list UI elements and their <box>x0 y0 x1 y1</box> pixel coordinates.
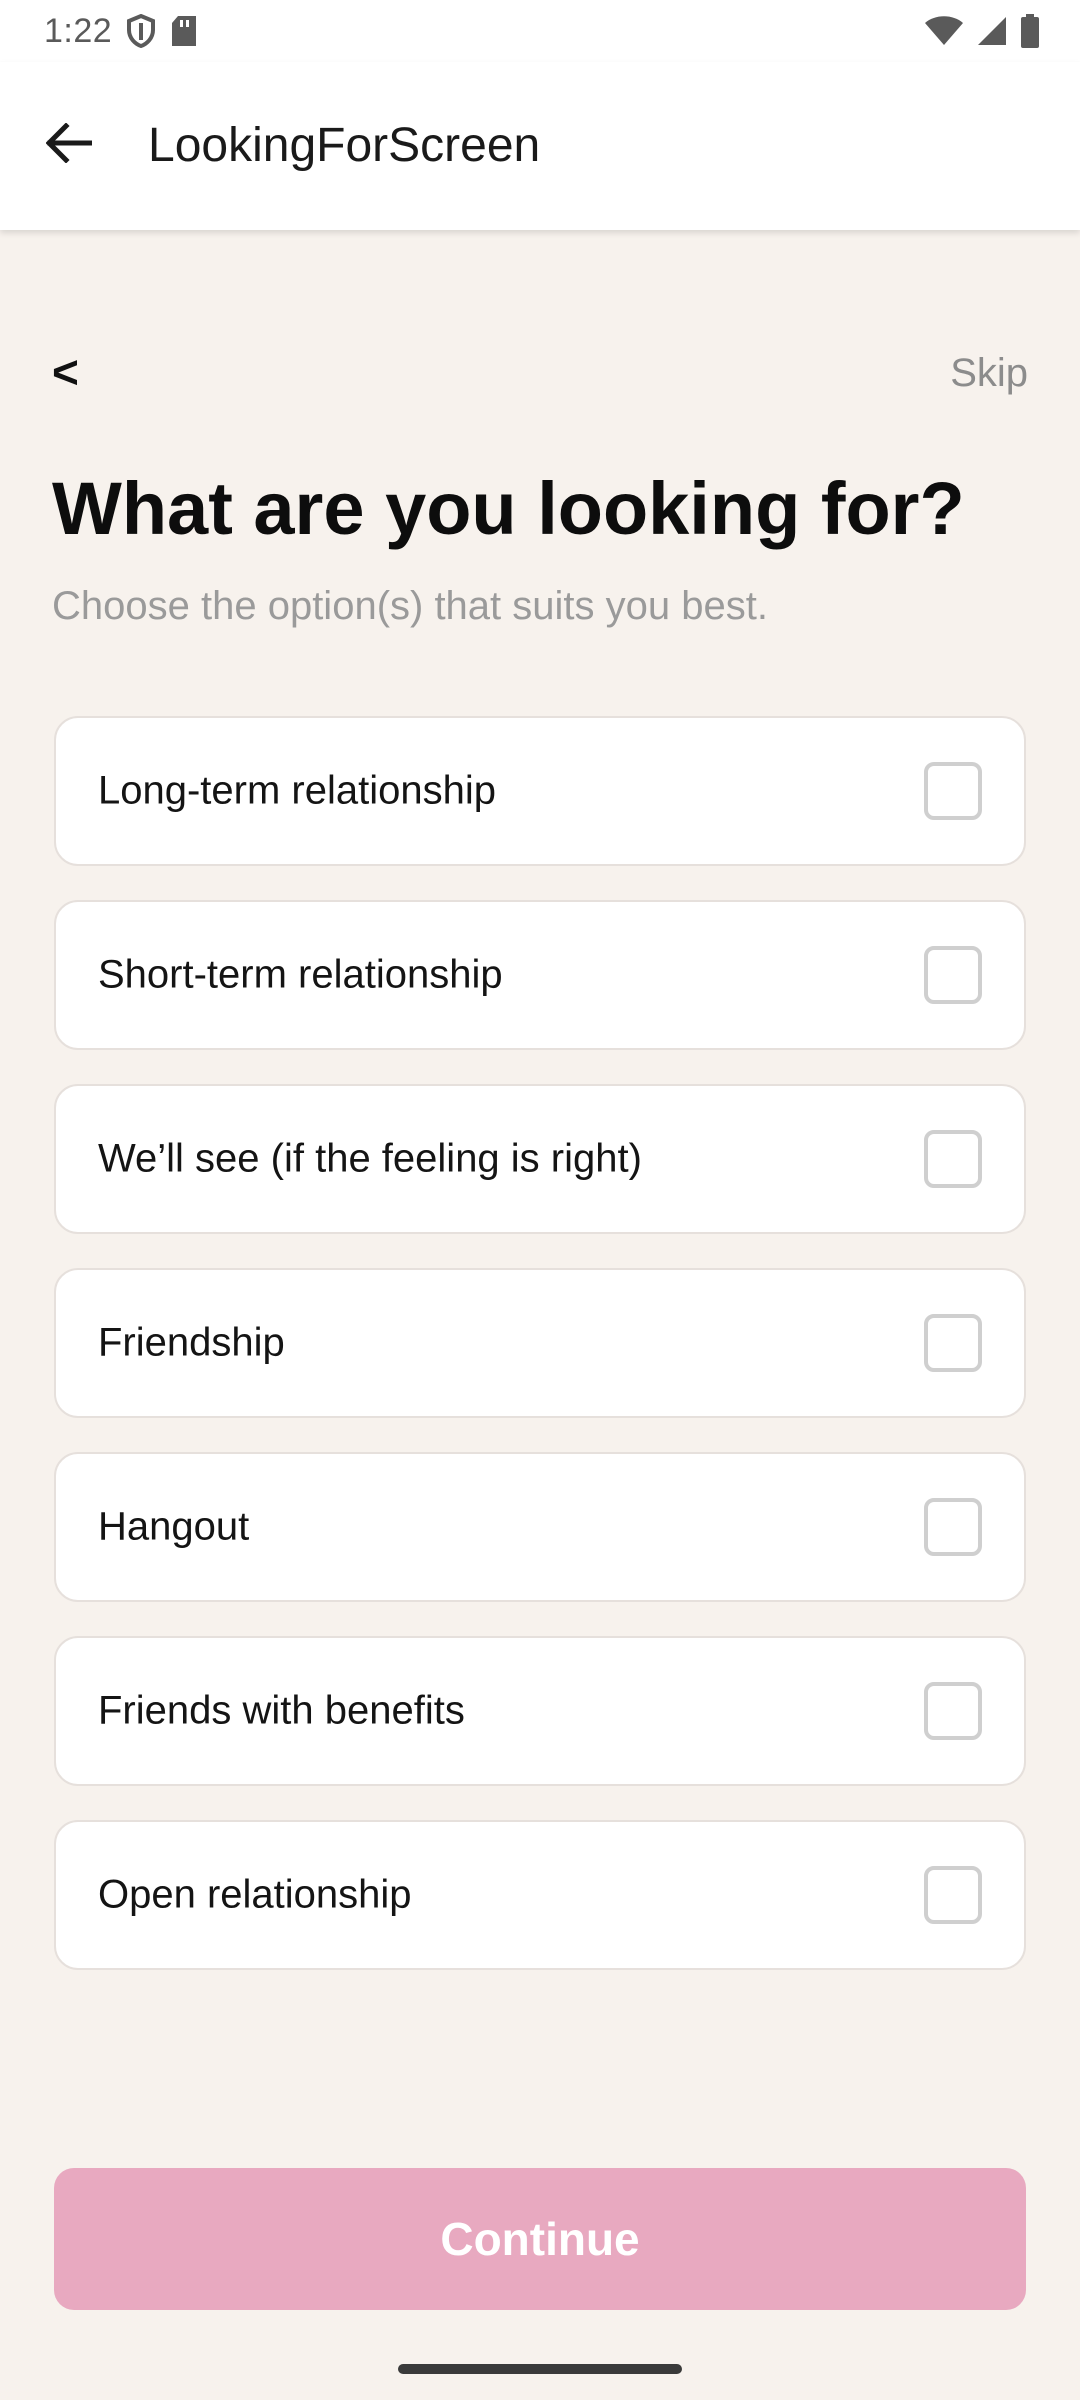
continue-button[interactable]: Continue <box>54 2168 1026 2310</box>
option-label: Friends with benefits <box>98 1688 465 1733</box>
checkbox[interactable] <box>924 1682 982 1740</box>
checkbox[interactable] <box>924 946 982 1004</box>
status-left-icons <box>126 13 198 53</box>
shield-icon <box>126 13 156 53</box>
option-label: Long-term relationship <box>98 768 496 813</box>
option-friendship[interactable]: Friendship <box>54 1268 1026 1418</box>
option-label: Hangout <box>98 1504 250 1549</box>
page-title: What are you looking for? <box>52 467 965 550</box>
checkbox[interactable] <box>924 1498 982 1556</box>
option-hangout[interactable]: Hangout <box>54 1452 1026 1602</box>
arrow-left-icon <box>45 121 93 168</box>
home-indicator[interactable] <box>398 2364 682 2374</box>
page-subtitle: Choose the option(s) that suits you best… <box>52 584 768 628</box>
option-long-term-relationship[interactable]: Long-term relationship <box>54 716 1026 866</box>
wifi-icon <box>924 15 964 52</box>
options-list: Long-term relationship Short-term relati… <box>54 716 1026 2004</box>
checkbox[interactable] <box>924 762 982 820</box>
checkbox[interactable] <box>924 1866 982 1924</box>
skip-button[interactable]: Skip <box>950 351 1028 396</box>
onboarding-nav: < Skip <box>52 345 1028 411</box>
option-friends-with-benefits[interactable]: Friends with benefits <box>54 1636 1026 1786</box>
battery-icon <box>1020 14 1040 53</box>
option-label: Open relationship <box>98 1872 412 1917</box>
option-open-relationship[interactable]: Open relationship <box>54 1820 1026 1970</box>
option-well-see[interactable]: We’ll see (if the feeling is right) <box>54 1084 1026 1234</box>
option-label: We’ll see (if the feeling is right) <box>98 1136 642 1181</box>
status-right-icons <box>924 14 1040 53</box>
option-short-term-relationship[interactable]: Short-term relationship <box>54 900 1026 1050</box>
app-bar: LookingForScreen <box>0 62 1080 230</box>
status-bar: 1:22 <box>0 0 1080 62</box>
back-button[interactable]: < <box>52 345 79 399</box>
app-bar-title: LookingForScreen <box>148 119 541 172</box>
sd-card-icon <box>170 14 198 53</box>
signal-icon <box>976 15 1008 52</box>
option-label: Friendship <box>98 1320 285 1365</box>
option-label: Short-term relationship <box>98 952 503 997</box>
checkbox[interactable] <box>924 1130 982 1188</box>
checkbox[interactable] <box>924 1314 982 1372</box>
status-time: 1:22 <box>44 12 113 50</box>
app-bar-back-button[interactable] <box>38 114 100 176</box>
